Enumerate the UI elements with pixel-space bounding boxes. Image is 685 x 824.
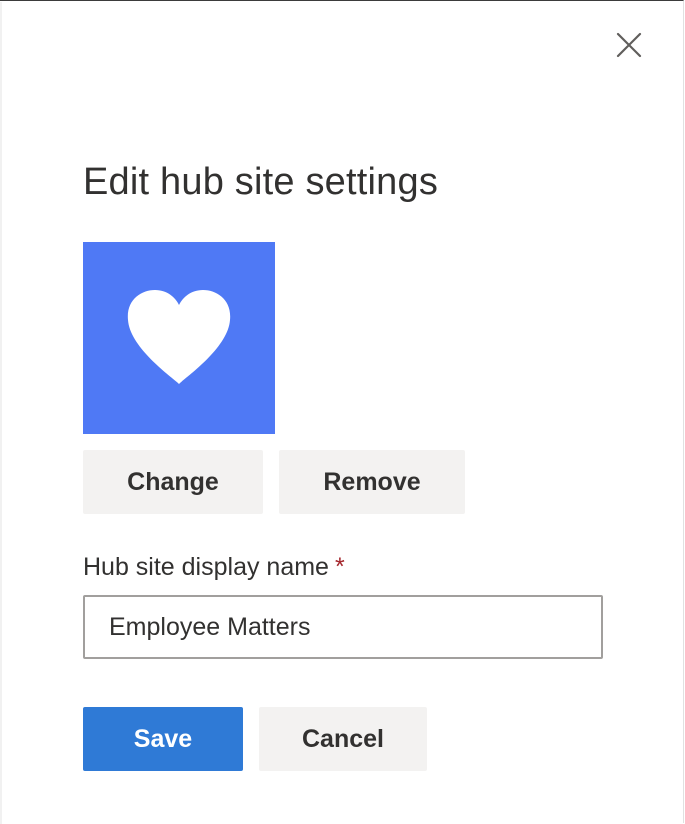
remove-logo-button[interactable]: Remove (279, 450, 465, 514)
panel-left-edge (0, 2, 2, 824)
display-name-input[interactable] (83, 595, 603, 659)
heart-icon (127, 290, 231, 384)
hub-site-logo (83, 242, 275, 434)
display-name-label: Hub site display name * (83, 553, 345, 582)
close-icon (616, 32, 642, 58)
cancel-button[interactable]: Cancel (259, 707, 427, 771)
display-name-label-text: Hub site display name (83, 553, 329, 581)
close-button[interactable] (610, 26, 648, 64)
change-logo-button[interactable]: Change (83, 450, 263, 514)
panel-title: Edit hub site settings (83, 161, 439, 203)
required-indicator: * (334, 553, 345, 581)
edit-hub-site-panel: Edit hub site settings Change Remove Hub… (0, 0, 684, 824)
save-button[interactable]: Save (83, 707, 243, 771)
